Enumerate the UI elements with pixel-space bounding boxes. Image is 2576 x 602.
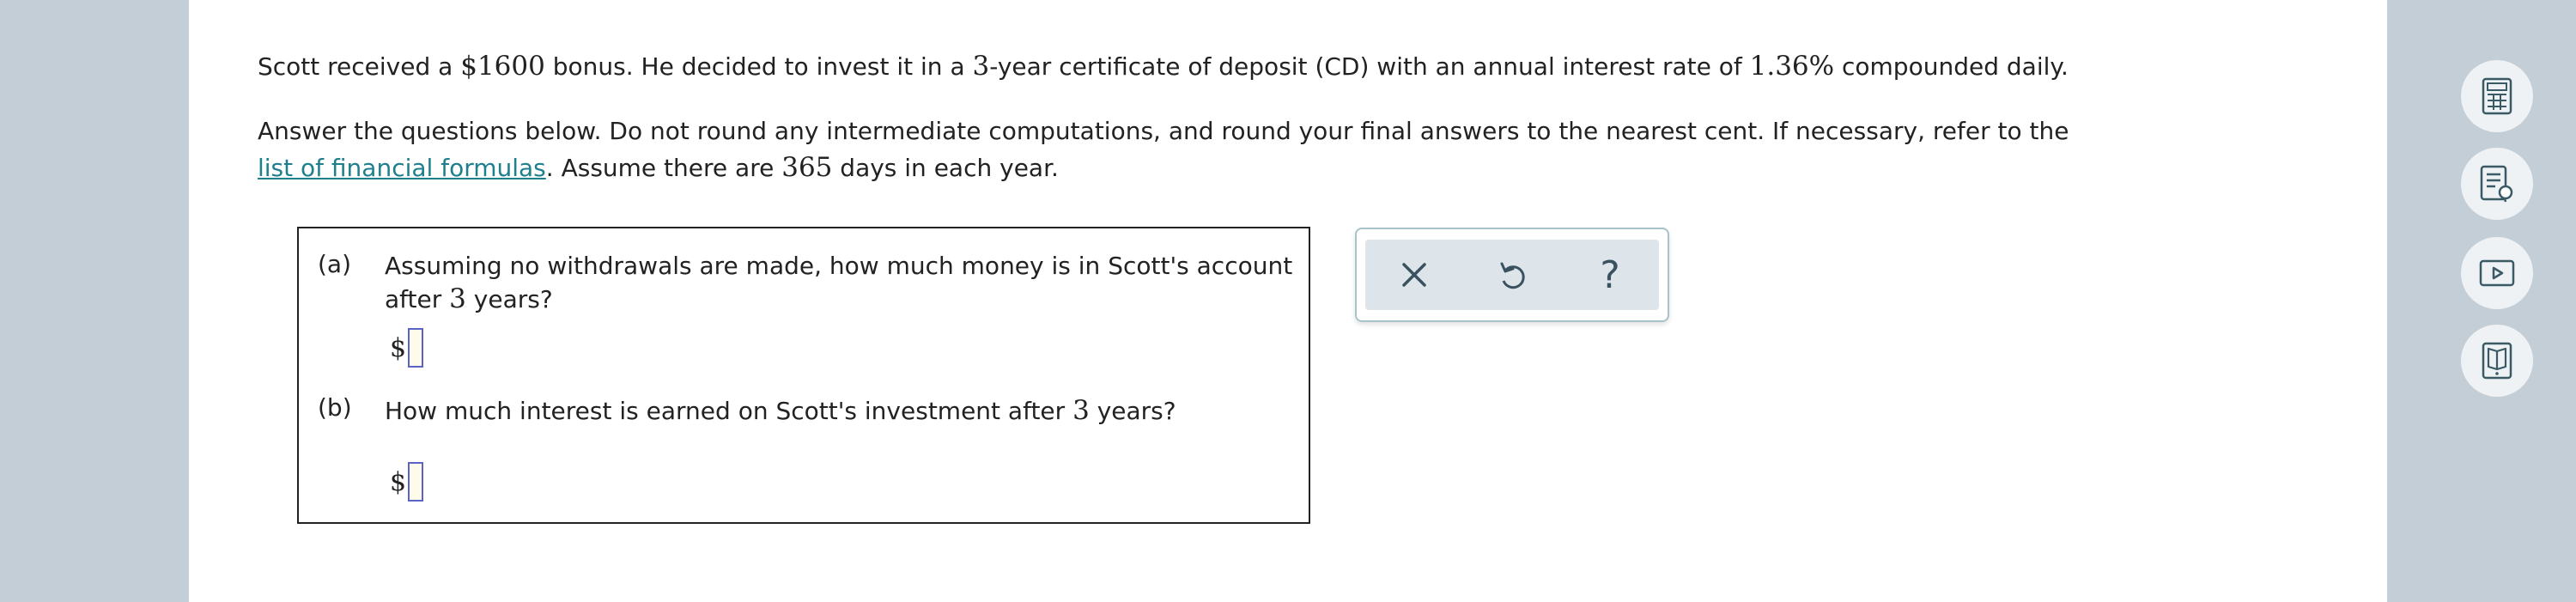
ebook-button[interactable] bbox=[2461, 325, 2533, 397]
answer-a-group: $ bbox=[390, 328, 424, 368]
question-a-text-part: after bbox=[385, 285, 450, 313]
question-a-text: Assuming no withdrawals are made, how mu… bbox=[385, 249, 1295, 316]
days-per-year: 365 bbox=[781, 152, 833, 183]
ebook-icon bbox=[2482, 342, 2512, 380]
problem-statement: Scott received a $1600 bonus. He decided… bbox=[258, 48, 2069, 85]
answer-a-currency: $ bbox=[390, 332, 407, 363]
financial-formulas-link[interactable]: list of financial formulas bbox=[258, 154, 546, 182]
term-years: 3 bbox=[972, 51, 990, 82]
question-a-text-part: years? bbox=[465, 285, 553, 313]
answer-toolbox: ? bbox=[1355, 228, 1669, 322]
answer-b-group: $ bbox=[390, 462, 424, 502]
question-b-text-part: years? bbox=[1089, 397, 1176, 425]
problem-text: compounded daily. bbox=[1834, 52, 2069, 81]
video-icon bbox=[2479, 259, 2515, 287]
problem-text: bonus. He decided to invest it in a bbox=[544, 52, 973, 81]
question-a-label: (a) bbox=[318, 250, 352, 278]
calculator-icon bbox=[2482, 77, 2512, 115]
question-box: (a) Assuming no withdrawals are made, ho… bbox=[297, 227, 1310, 524]
answer-b-input[interactable] bbox=[408, 462, 424, 502]
calculator-button[interactable] bbox=[2461, 60, 2533, 132]
video-button[interactable] bbox=[2461, 237, 2533, 309]
notes-icon bbox=[2480, 165, 2513, 203]
close-icon bbox=[1402, 263, 1426, 287]
question-a-line1: Assuming no withdrawals are made, how mu… bbox=[385, 252, 1293, 280]
problem-text: -year certificate of deposit (CD) with a… bbox=[989, 52, 1750, 81]
help-icon: ? bbox=[1600, 252, 1620, 297]
question-b-text-part: How much interest is earned on Scott's i… bbox=[385, 397, 1073, 425]
interest-rate: 1.36% bbox=[1749, 51, 1835, 82]
instructions-text: days in each year. bbox=[832, 154, 1059, 182]
instructions-text: . Assume there are bbox=[545, 154, 782, 182]
undo-button[interactable] bbox=[1486, 249, 1538, 301]
instructions-line: Answer the questions below. Do not round… bbox=[258, 117, 2069, 145]
answer-a-input[interactable] bbox=[408, 328, 424, 368]
bonus-amount: $1600 bbox=[460, 51, 545, 82]
toolbox-buttons: ? bbox=[1365, 240, 1659, 310]
question-b-label: (b) bbox=[318, 393, 352, 422]
question-b-years: 3 bbox=[1072, 395, 1090, 426]
notes-button[interactable] bbox=[2461, 148, 2533, 220]
question-a-years: 3 bbox=[449, 283, 466, 314]
question-a-line2: after 3 years? bbox=[385, 283, 1295, 316]
problem-text: Scott received a bbox=[258, 52, 461, 81]
question-b-text: How much interest is earned on Scott's i… bbox=[385, 394, 1295, 428]
help-button[interactable]: ? bbox=[1584, 249, 1636, 301]
undo-icon bbox=[1500, 262, 1525, 289]
answer-b-currency: $ bbox=[390, 466, 407, 497]
assignment-page: Scott received a $1600 bonus. He decided… bbox=[189, 0, 2533, 602]
instructions-line-2: list of financial formulas. Assume there… bbox=[258, 149, 1059, 186]
clear-button[interactable] bbox=[1388, 249, 1440, 301]
